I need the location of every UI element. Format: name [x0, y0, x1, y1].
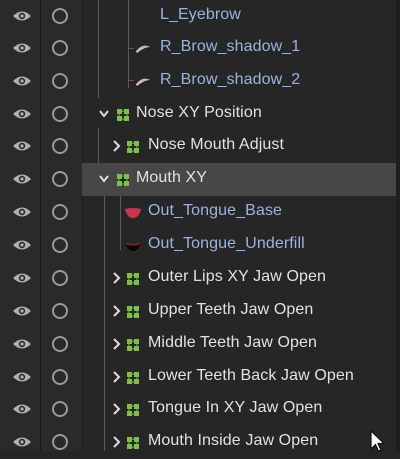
layer-label: Outer Lips XY Jaw Open — [148, 268, 326, 285]
lock-toggle-circle-icon[interactable] — [52, 401, 68, 417]
eye-icon[interactable] — [12, 41, 32, 55]
chevron-right-icon[interactable] — [110, 402, 122, 416]
lock-toggle-circle-icon[interactable] — [52, 204, 68, 220]
eye-icon[interactable] — [12, 139, 32, 153]
eye-icon[interactable] — [12, 9, 32, 23]
eye-icon[interactable] — [12, 304, 32, 318]
layer-tree-row[interactable]: R_Brow_shadow_1 — [0, 32, 396, 65]
layer-label: Lower Teeth Back Jaw Open — [148, 367, 354, 384]
eye-icon[interactable] — [12, 74, 32, 88]
lock-toggle-circle-icon[interactable] — [52, 434, 68, 450]
layer-label: Mouth XY — [136, 169, 208, 186]
eye-icon[interactable] — [12, 370, 32, 384]
layer-label: Out_Tongue_Underfill — [148, 235, 305, 252]
layer-tree-row[interactable]: R_Brow_shadow_2 — [0, 65, 396, 98]
eye-icon[interactable] — [12, 172, 32, 186]
lock-toggle-circle-icon[interactable] — [52, 237, 68, 253]
chevron-right-icon[interactable] — [110, 370, 122, 384]
chevron-down-icon[interactable] — [98, 172, 110, 186]
lock-toggle-circle-icon[interactable] — [52, 336, 68, 352]
layer-label: Nose Mouth Adjust — [148, 136, 284, 153]
layer-tree-group-row[interactable]: Upper Teeth Jaw Open — [0, 295, 396, 328]
lock-toggle-circle-icon[interactable] — [52, 270, 68, 286]
lock-toggle-circle-icon[interactable] — [52, 369, 68, 385]
layer-label: R_Brow_shadow_1 — [160, 38, 301, 55]
tongue-thumb-icon — [125, 208, 141, 218]
deformer-group-icon — [127, 339, 139, 351]
eye-icon[interactable] — [12, 337, 32, 351]
layer-label: L_Eyebrow — [160, 6, 241, 23]
brow-shadow-thumb-icon — [136, 78, 150, 86]
scrollbar-track[interactable] — [396, 0, 400, 451]
deformer-group-icon — [127, 437, 139, 449]
layer-label: Upper Teeth Jaw Open — [148, 301, 314, 318]
eye-icon[interactable] — [12, 435, 32, 449]
chevron-right-icon[interactable] — [110, 271, 122, 285]
layer-tree-group-row[interactable]: Lower Teeth Back Jaw Open — [0, 361, 396, 394]
lock-toggle-circle-icon[interactable] — [52, 171, 68, 187]
layer-tree-group-row[interactable]: Mouth XY — [0, 163, 396, 196]
layer-label: Tongue In XY Jaw Open — [148, 399, 323, 416]
lock-toggle-circle-icon[interactable] — [52, 303, 68, 319]
layer-tree-group-row[interactable]: Tongue In XY Jaw Open — [0, 393, 396, 426]
chevron-down-icon[interactable] — [98, 107, 110, 121]
lock-toggle-circle-icon[interactable] — [52, 40, 68, 56]
chevron-right-icon[interactable] — [110, 435, 122, 449]
mouse-cursor-icon — [370, 430, 386, 452]
lock-toggle-circle-icon[interactable] — [52, 138, 68, 154]
layer-label: Mouth Inside Jaw Open — [148, 432, 319, 449]
deformer-group-icon — [127, 404, 139, 416]
deformer-group-icon — [127, 306, 139, 318]
layer-label: R_Brow_shadow_2 — [160, 71, 301, 88]
layer-tree-group-row[interactable]: Middle Teeth Jaw Open — [0, 328, 396, 361]
deformer-group-icon — [117, 174, 129, 186]
tongue-underfill-thumb-icon — [125, 242, 141, 251]
eye-icon[interactable] — [12, 205, 32, 219]
layer-tree-row[interactable]: Out_Tongue_Base — [0, 196, 396, 229]
lock-toggle-circle-icon[interactable] — [52, 8, 68, 24]
chevron-right-icon[interactable] — [110, 304, 122, 318]
layer-tree-panel: L_Eyebrow R_Brow_shadow_1 R_Brow_shadow_… — [0, 0, 400, 452]
deformer-group-icon — [117, 109, 129, 121]
deformer-group-icon — [127, 141, 139, 153]
chevron-right-icon[interactable] — [110, 337, 122, 351]
chevron-right-icon[interactable] — [110, 139, 122, 153]
layer-tree-row[interactable]: L_Eyebrow — [0, 0, 396, 33]
layer-tree-row[interactable]: Out_Tongue_Underfill — [0, 229, 396, 262]
eye-icon[interactable] — [12, 271, 32, 285]
lock-toggle-circle-icon[interactable] — [52, 73, 68, 89]
layer-tree-group-row[interactable]: Outer Lips XY Jaw Open — [0, 262, 396, 295]
layer-tree-group-row[interactable]: Mouth Inside Jaw Open — [0, 426, 396, 459]
layer-label: Out_Tongue_Base — [148, 202, 283, 219]
deformer-group-icon — [127, 372, 139, 384]
deformer-group-icon — [127, 273, 139, 285]
layer-tree-group-row[interactable]: Nose Mouth Adjust — [0, 130, 396, 163]
layer-label: Middle Teeth Jaw Open — [148, 334, 318, 351]
eye-icon[interactable] — [12, 402, 32, 416]
eye-icon[interactable] — [12, 238, 32, 252]
eye-icon[interactable] — [12, 107, 32, 121]
layer-tree-group-row[interactable]: Nose XY Position — [0, 98, 396, 131]
layer-label: Nose XY Position — [136, 104, 262, 121]
lock-toggle-circle-icon[interactable] — [52, 106, 68, 122]
brow-shadow-thumb-icon — [136, 45, 150, 53]
